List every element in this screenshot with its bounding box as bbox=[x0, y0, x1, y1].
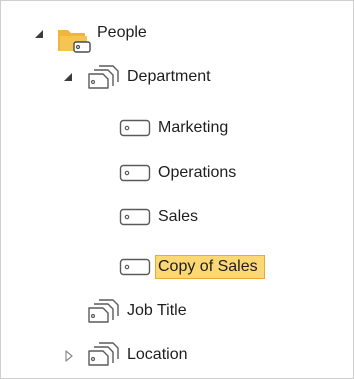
expanded-arrow-icon[interactable] bbox=[34, 29, 44, 39]
tree-panel: People Department Marketing Operations S… bbox=[0, 0, 354, 379]
tree-item-people[interactable]: People bbox=[97, 15, 147, 51]
tree-item-job-title[interactable]: Job Title bbox=[127, 293, 187, 329]
tree-item-marketing[interactable]: Marketing bbox=[158, 110, 228, 146]
tree-item-label: Department bbox=[127, 68, 211, 85]
tag-icon bbox=[119, 164, 151, 182]
tag-icon bbox=[119, 119, 151, 137]
tree-item-label: Copy of Sales bbox=[155, 255, 265, 279]
tree-item-label: People bbox=[97, 24, 147, 41]
tree-item-sales[interactable]: Sales bbox=[158, 199, 198, 235]
tree-item-label: Job Title bbox=[127, 302, 187, 319]
tree-item-label: Sales bbox=[158, 208, 199, 225]
tree-view: People Department Marketing Operations S… bbox=[1, 1, 353, 378]
tag-icon bbox=[119, 258, 151, 276]
hierarchy-icon bbox=[88, 65, 119, 89]
hierarchy-icon bbox=[88, 299, 119, 323]
hierarchy-icon bbox=[88, 342, 119, 366]
expanded-arrow-icon[interactable] bbox=[63, 72, 73, 82]
collapsed-arrow-icon[interactable] bbox=[64, 350, 74, 362]
tag-icon bbox=[119, 208, 151, 226]
tree-item-operations[interactable]: Operations bbox=[158, 155, 236, 191]
tree-item-label: Location bbox=[127, 346, 188, 363]
tree-item-department[interactable]: Department bbox=[127, 59, 211, 95]
tree-item-label: Marketing bbox=[158, 119, 229, 136]
tree-item-location[interactable]: Location bbox=[127, 337, 188, 373]
tree-item-label: Operations bbox=[158, 164, 237, 181]
tree-item-copy-of-sales[interactable]: Copy of Sales bbox=[155, 249, 265, 285]
folder-icon bbox=[58, 30, 91, 53]
